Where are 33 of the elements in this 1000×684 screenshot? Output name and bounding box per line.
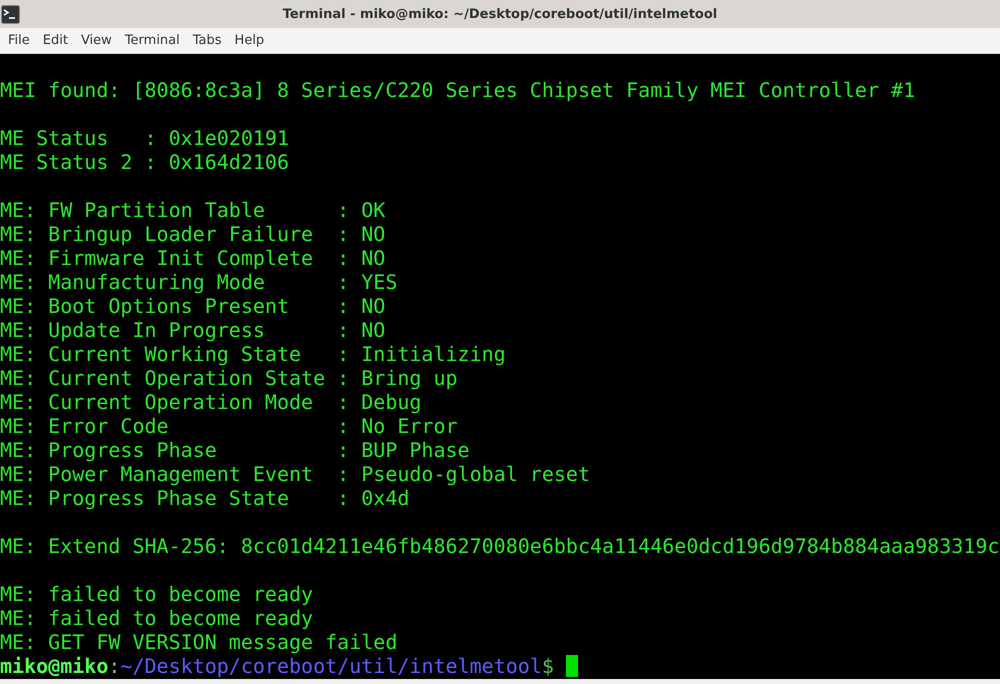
output-line: ME: Boot Options Present : NO bbox=[0, 294, 386, 318]
output-line: ME Status : 0x1e020191 bbox=[0, 126, 289, 150]
menu-item[interactable]: Help bbox=[230, 31, 272, 50]
output-line: ME: Power Management Event : Pseudo-global reset bbox=[0, 462, 590, 486]
output-line: ME: Current Working State : Initializing bbox=[0, 342, 506, 366]
menu-item[interactable]: View bbox=[76, 31, 119, 50]
output-line: ME: Current Operation State : Bring up bbox=[0, 366, 458, 390]
prompt-path: ~/Desktop/coreboot/util/intelmetool bbox=[120, 654, 542, 678]
prompt-separator: : bbox=[108, 654, 120, 678]
menu-item[interactable]: Edit bbox=[38, 31, 75, 50]
menu-item[interactable]: Tabs bbox=[188, 31, 229, 50]
output-line: ME: failed to become ready bbox=[0, 606, 314, 630]
output-line: ME: Current Operation Mode : Debug bbox=[0, 390, 422, 414]
output-line: ME: Extend SHA-256: 8cc01d4211e46fb486270080e6bbc4a11446e0dcd196d9784b884aaa983319c bbox=[0, 534, 1000, 558]
output-line: ME: Manufacturing Mode : YES bbox=[0, 270, 398, 294]
text-cursor bbox=[566, 655, 578, 677]
output-line: ME: GET FW VERSION message failed bbox=[0, 630, 398, 654]
output-line: ME: Bringup Loader Failure : NO bbox=[0, 222, 386, 246]
output-line: ME: Error Code : No Error bbox=[0, 414, 458, 438]
output-line: ME: FW Partition Table : OK bbox=[0, 198, 386, 222]
output-line: ME Status 2 : 0x164d2106 bbox=[0, 150, 289, 174]
prompt-symbol: $ bbox=[542, 654, 554, 678]
output-line: ME: Progress Phase State : 0x4d bbox=[0, 486, 410, 510]
output-line: MEI found: [8086:8c3a] 8 Series/C220 Series Chipset Family MEI Controller #1 bbox=[0, 78, 916, 102]
terminal-icon bbox=[1, 4, 20, 24]
prompt-user-host: miko@miko bbox=[0, 654, 108, 678]
output-line: ME: Firmware Init Complete : NO bbox=[0, 246, 386, 270]
output-line: ME: failed to become ready bbox=[0, 582, 314, 606]
menu-item[interactable]: File bbox=[3, 31, 37, 50]
window-title: Terminal - miko@miko: ~/Desktop/coreboot/util/intelmetool bbox=[282, 6, 718, 22]
output-line: ME: Update In Progress : NO bbox=[0, 318, 386, 342]
menu-item[interactable]: Terminal bbox=[120, 31, 187, 50]
output-line: ME: Progress Phase : BUP Phase bbox=[0, 438, 470, 462]
